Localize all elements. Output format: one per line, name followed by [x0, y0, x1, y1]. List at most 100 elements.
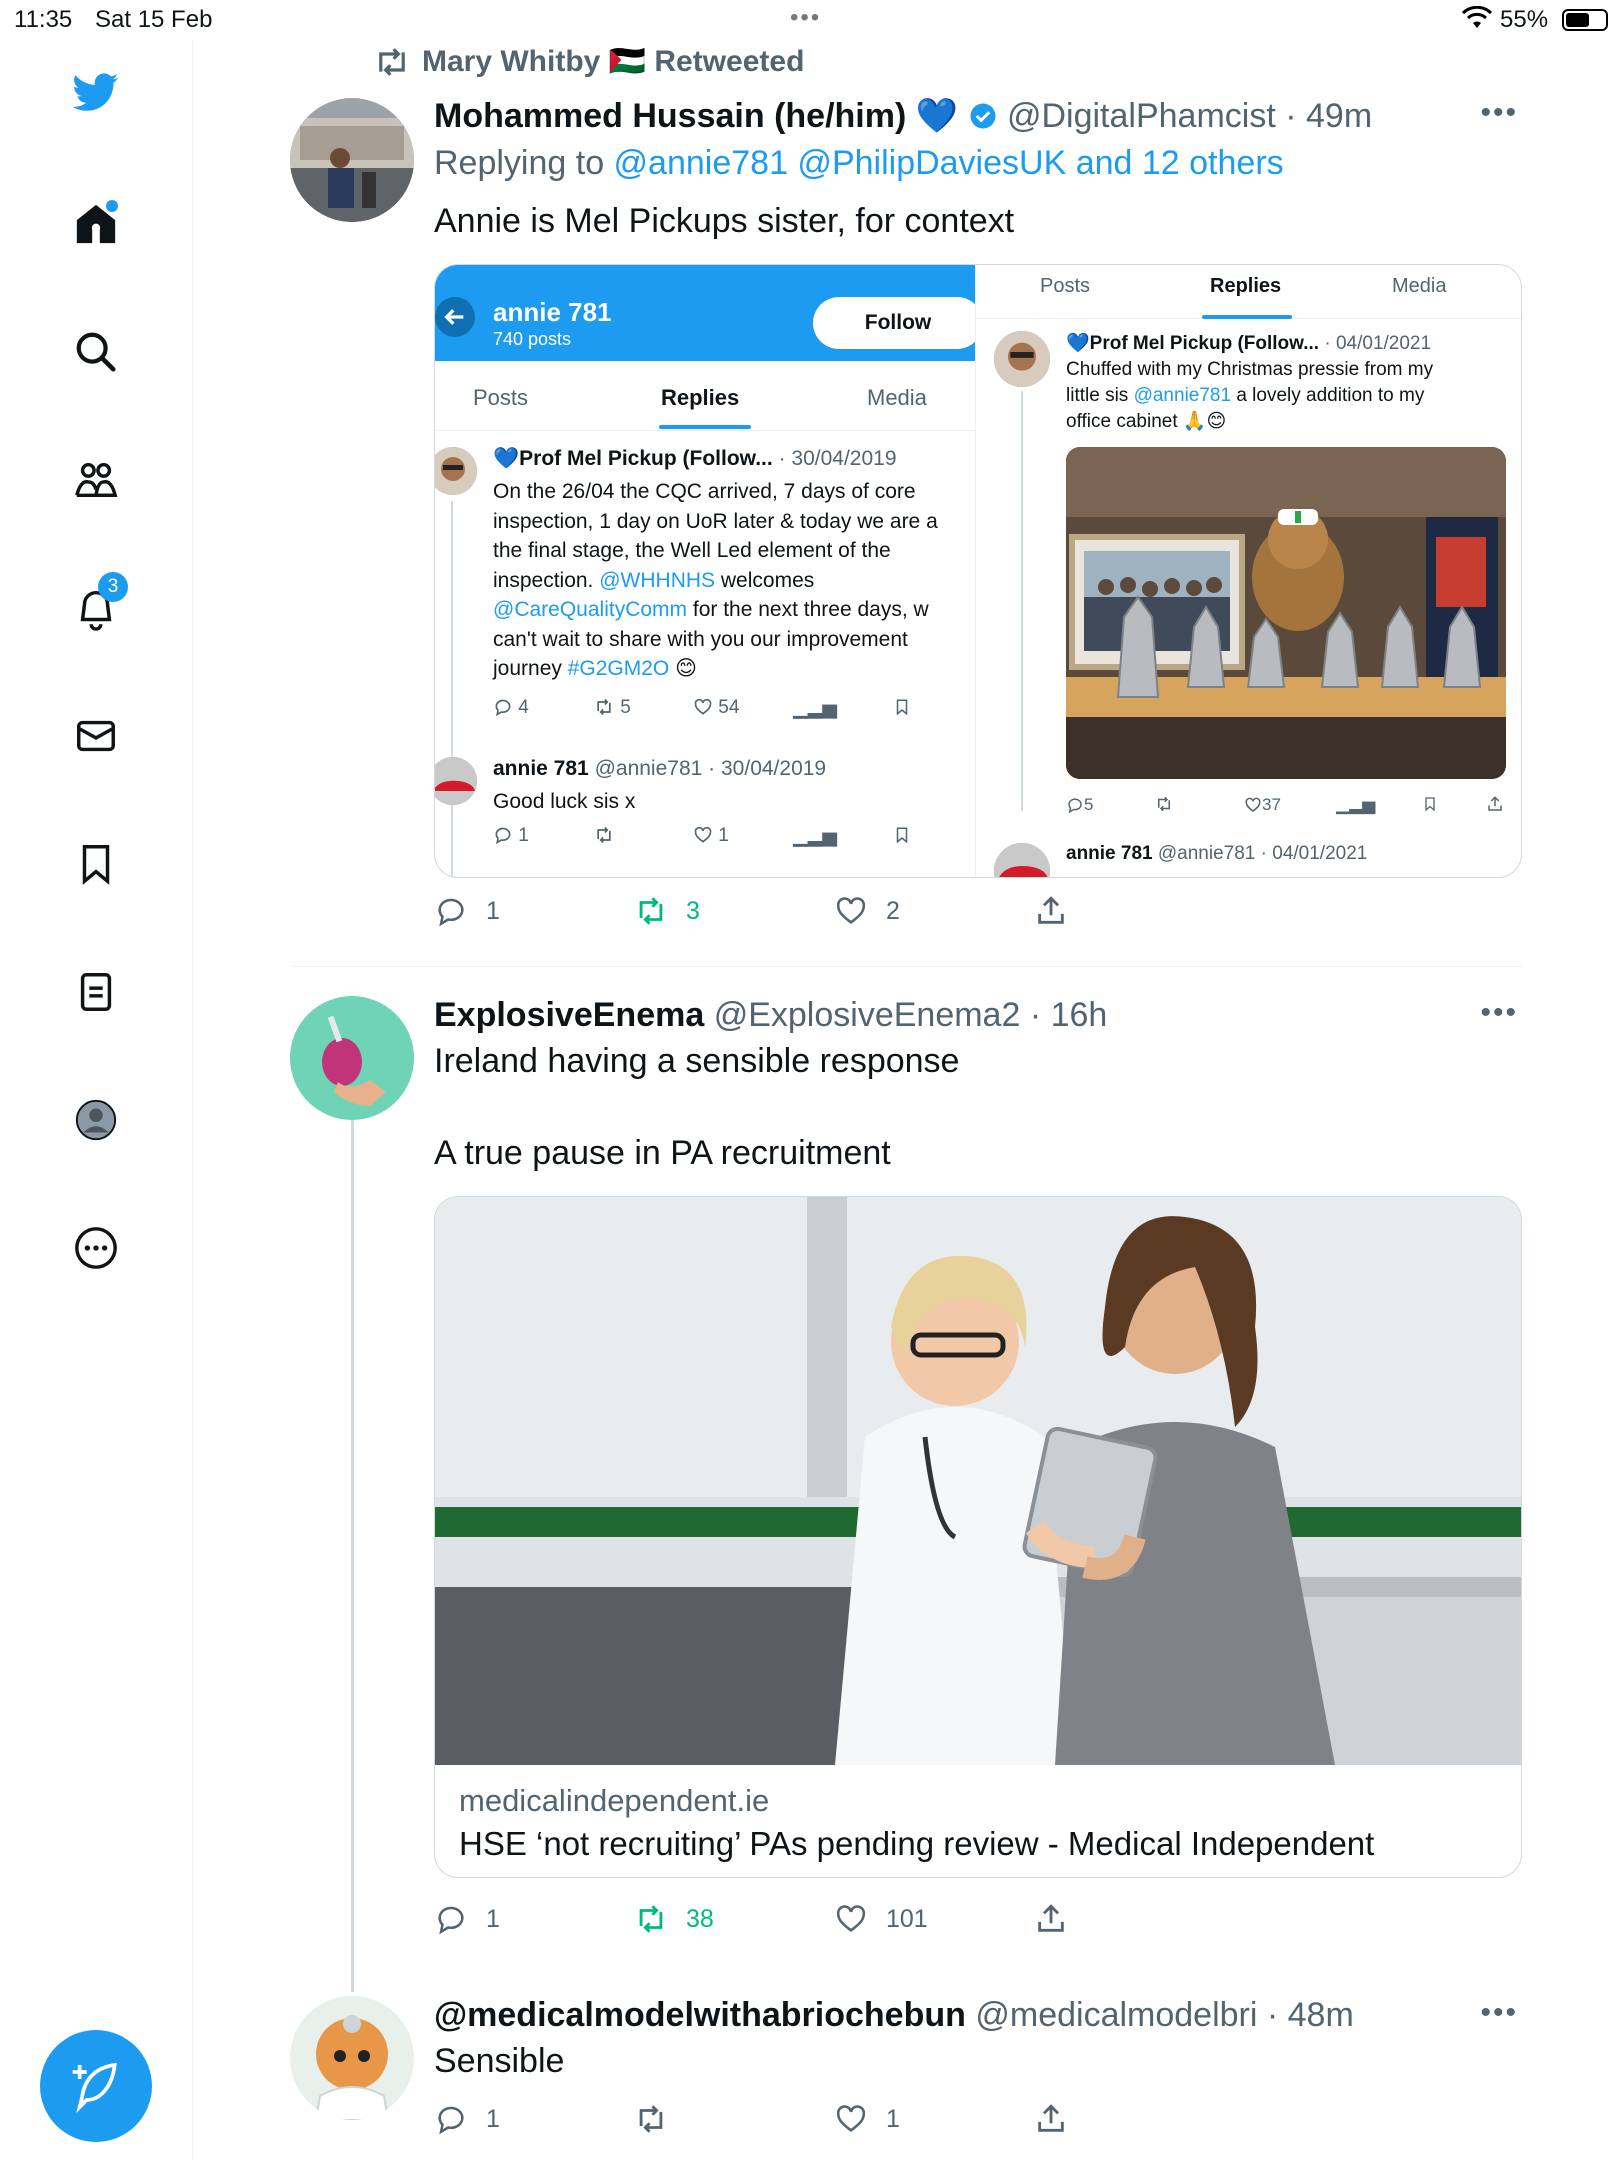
reply-icon: [438, 898, 464, 927]
author-handle[interactable]: @medicalmodelbri: [975, 1996, 1257, 2034]
twitter-bird-logo-icon[interactable]: [70, 66, 122, 118]
replying-to-mentions[interactable]: @annie781 @PhilipDaviesUK and 12 others: [614, 144, 1284, 182]
retweet-button[interactable]: 3: [634, 894, 700, 928]
tweet-media-screenshot[interactable]: annie 781 740 posts Follow Posts Replies…: [434, 264, 1522, 878]
multitasking-dots-icon[interactable]: •••: [790, 4, 821, 32]
like-button[interactable]: 101: [834, 1902, 928, 1936]
profile-header-bar: annie 781 740 posts Follow: [435, 265, 975, 361]
mini-avatar-annie-right: [994, 843, 1050, 877]
wifi-icon: [1461, 5, 1493, 37]
mini-views-icon: ▁▂▅: [793, 826, 837, 847]
mini-author-name-right: 💙Prof Mel Pickup (Follow...: [1066, 333, 1320, 354]
author-name[interactable]: ExplosiveEnema: [434, 996, 704, 1034]
tweet-time[interactable]: · 49m: [1285, 97, 1372, 135]
reply-button[interactable]: 1: [434, 894, 500, 928]
compose-tweet-button[interactable]: [40, 2030, 152, 2142]
mini-reply-count: 5: [1084, 795, 1094, 814]
reply-button[interactable]: 1: [434, 1902, 500, 1936]
search-icon[interactable]: [70, 326, 122, 378]
mini-post-date: · 30/04/2019: [778, 447, 897, 470]
verified-badge-icon: [970, 103, 996, 129]
messages-envelope-icon[interactable]: [70, 710, 122, 762]
thread-connector-line: [351, 1120, 354, 1992]
mini-reply: 1: [493, 825, 529, 847]
share-icon: [1038, 1904, 1064, 1932]
tweet-more-icon[interactable]: •••: [1480, 96, 1518, 130]
tab-replies: Replies: [661, 385, 740, 410]
notifications-badge: 3: [98, 572, 128, 602]
share-icon: [1038, 896, 1064, 924]
lists-icon[interactable]: [70, 966, 122, 1018]
like-button[interactable]: 2: [834, 894, 900, 928]
active-tab-indicator: [659, 425, 751, 429]
like-button[interactable]: 1: [834, 2102, 900, 2136]
mini-avatar-annie: [435, 757, 477, 805]
home-icon[interactable]: [70, 198, 122, 250]
share-button[interactable]: [1034, 894, 1068, 928]
author-name[interactable]: @medicalmodelwithabriochebun: [434, 1996, 966, 2034]
profile-tabs-right: Posts Replies Media: [976, 265, 1521, 319]
tweet-actions: 1 38 101: [434, 1902, 1094, 1942]
retweet-button[interactable]: 38: [634, 1902, 714, 1936]
tab-media-right: Media: [1392, 275, 1447, 297]
author-name[interactable]: Mohammed Hussain (he/him) 💙: [434, 97, 958, 135]
mini-post-actions: 4 5 54 ▁▂▅: [493, 697, 973, 727]
mini-author-line: 💙Prof Mel Pickup (Follow... · 30/04/2019: [493, 447, 897, 471]
mini-views-icon: ▁▂▅: [1336, 795, 1376, 814]
status-date: Sat 15 Feb: [95, 6, 213, 33]
mini-like-count: 37: [1262, 795, 1281, 814]
mini-post-actions-annie: 1 1 ▁▂▅: [493, 825, 973, 855]
status-bar: 11:35 Sat 15 Feb ••• 55%: [0, 0, 1620, 40]
share-button[interactable]: [1034, 2102, 1068, 2136]
author-handle[interactable]: @ExplosiveEnema2: [714, 996, 1021, 1034]
link-card[interactable]: medicalindependent.ie HSE ‘not recruitin…: [434, 1196, 1522, 1878]
avatar[interactable]: [290, 996, 414, 1120]
tweet-header: Mohammed Hussain (he/him) 💙 @DigitalPham…: [434, 96, 1372, 136]
link-card-title: HSE ‘not recruiting’ PAs pending review …: [459, 1825, 1375, 1862]
tab-media: Media: [867, 385, 927, 410]
bookmarks-icon[interactable]: [70, 838, 122, 890]
mini-post-text-right: Chuffed with my Christmas pressie from m…: [1066, 357, 1506, 435]
reply-button[interactable]: 1: [434, 2102, 500, 2136]
mini-avatar-right: [994, 331, 1050, 387]
back-arrow-icon: [435, 297, 475, 337]
mini-reply: 4: [493, 697, 529, 719]
mini-reply-count: 1: [518, 825, 529, 846]
tweet-medicalmodel[interactable]: @medicalmodelwithabriochebun @medicalmod…: [290, 1996, 1530, 2160]
tweet-more-icon[interactable]: •••: [1480, 996, 1518, 1030]
mini-emoji: 😊: [669, 657, 697, 680]
battery-icon: [1562, 9, 1608, 31]
retweet-button[interactable]: [634, 2102, 668, 2136]
tweet-actions: 1 3 2: [434, 894, 1094, 934]
notifications-bell-icon[interactable]: 3: [70, 572, 128, 634]
tweet-time[interactable]: · 16h: [1030, 996, 1108, 1034]
mini-author-name-annie: annie 781: [493, 757, 589, 780]
mini-reply-icon: [1068, 798, 1082, 814]
mini-retweet-icon: [1154, 795, 1174, 818]
mini-author-name: 💙Prof Mel Pickup (Follow...: [493, 447, 773, 470]
mini-bookmark-icon: [893, 697, 911, 723]
mini-author-handle-annie-right: @annie781: [1157, 843, 1256, 864]
mini-author-name-annie-right: annie 781: [1066, 843, 1153, 864]
mini-post-text-annie: Good luck sis x: [493, 790, 636, 813]
profile-post-count: 740 posts: [493, 329, 572, 349]
mini-post-date-annie: · 30/04/2019: [708, 757, 827, 780]
tweet-more-icon[interactable]: •••: [1480, 1996, 1518, 2030]
link-card-domain: medicalindependent.ie: [459, 1783, 770, 1818]
avatar[interactable]: [290, 1996, 414, 2120]
tab-posts-right: Posts: [1040, 275, 1091, 297]
like-count: 2: [886, 896, 900, 925]
more-options-circle-icon[interactable]: [70, 1222, 122, 1274]
retweeted-by-line[interactable]: Mary Whitby 🇵🇸 Retweeted: [372, 44, 804, 79]
like-count: 1: [886, 2104, 900, 2133]
share-button[interactable]: [1034, 1902, 1068, 1936]
tweet-time[interactable]: · 48m: [1267, 1996, 1354, 2034]
tweet-header: @medicalmodelwithabriochebun @medicalmod…: [434, 1996, 1354, 2035]
avatar[interactable]: [290, 98, 414, 222]
mini-author-line-right: 💙Prof Mel Pickup (Follow... · 04/01/2021: [1066, 331, 1431, 355]
communities-icon[interactable]: [70, 454, 122, 506]
tweet-text: Annie is Mel Pickups sister, for context: [434, 202, 1015, 240]
profile-avatar-icon[interactable]: [70, 1094, 122, 1146]
author-handle[interactable]: @DigitalPhamcist: [1007, 97, 1276, 135]
mini-post-actions-right: 5 37 ▁▂▅: [1066, 795, 1506, 825]
